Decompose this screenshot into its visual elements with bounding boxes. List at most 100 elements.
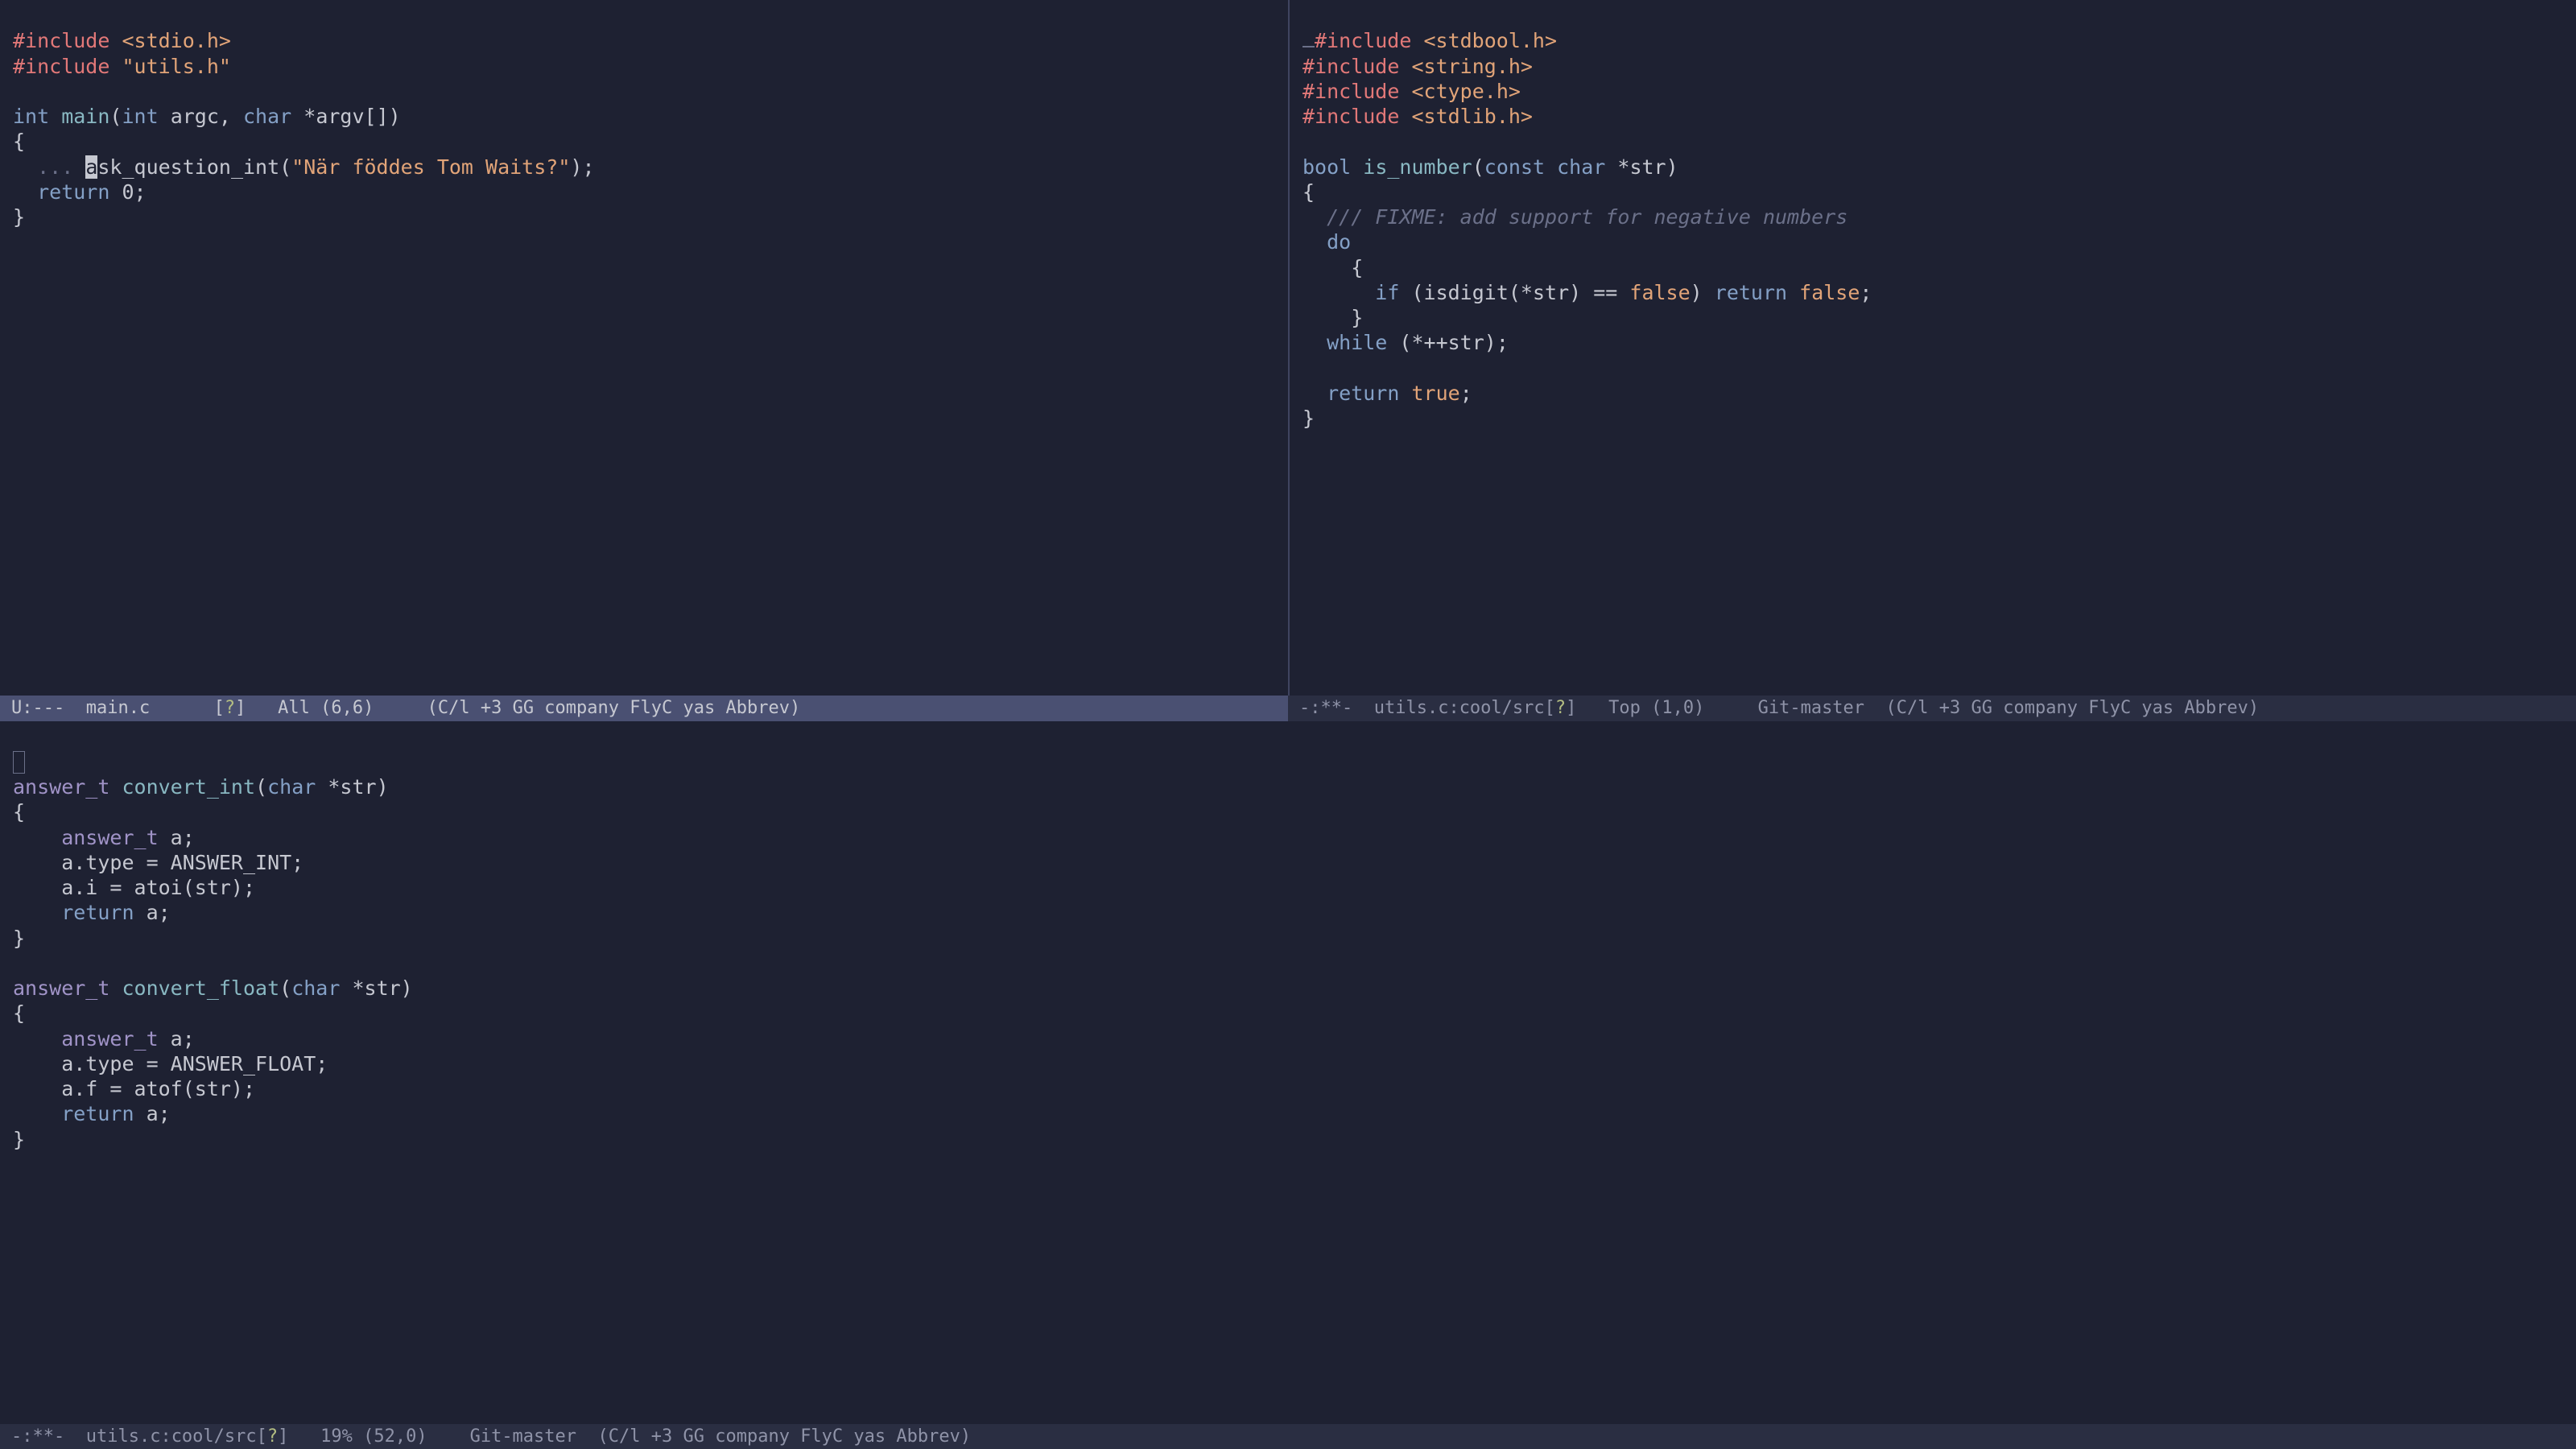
window-main-c[interactable]: #include <stdio.h> #include "utils.h" in… [0, 0, 1288, 696]
code-token: main [49, 105, 109, 128]
inactive-cursor [13, 751, 25, 774]
code-token: ( [109, 105, 122, 128]
code-token: answer_t [13, 976, 109, 1000]
code-token: return [13, 180, 109, 204]
code-token: #include [1315, 29, 1423, 52]
modeline-row-top: U:--- main.c [?] All (6,6) (C/l +3 GG co… [0, 696, 2576, 721]
code-token: return [13, 901, 134, 924]
code-token: (*++str); [1387, 331, 1509, 354]
code-token: char [243, 105, 291, 128]
modeline-text [1704, 698, 1757, 718]
code-token: char [1557, 155, 1605, 179]
modeline-text: [ [150, 698, 225, 718]
code-token: do [1302, 230, 1351, 254]
code-token: char [291, 976, 340, 1000]
code-token: <string.h> [1411, 55, 1533, 78]
code-token: *str) [340, 976, 412, 1000]
code-token: int [13, 105, 49, 128]
code-token: } [13, 927, 25, 950]
modeline-main-c[interactable]: U:--- main.c [?] All (6,6) (C/l +3 GG co… [0, 696, 1288, 721]
modeline-modes: (C/l +3 GG company FlyC yas Abbrev) [598, 1426, 972, 1447]
code-token: <stdlib.h> [1411, 105, 1533, 128]
code-token: ); [570, 155, 594, 179]
flymake-indicator: ? [225, 698, 235, 718]
modeline-buffer-name: utils.c:cool/src [1363, 698, 1544, 718]
inactive-cursor [1302, 46, 1315, 47]
code-token: "När föddes Tom Waits?" [291, 155, 570, 179]
code-token: while [1302, 331, 1387, 354]
modeline-buffer-name: utils.c:cool/src [75, 1426, 256, 1447]
modeline-utils-c-bottom[interactable]: -:**- utils.c:cool/src[?] 19% (52,0) Git… [0, 1424, 2576, 1449]
code-token: "utils.h" [122, 55, 230, 78]
code-token: a.f = atof(str); [13, 1077, 255, 1100]
code-token [1787, 281, 1799, 304]
modeline-position: 19% (52,0) [320, 1426, 427, 1447]
flymake-indicator: ? [267, 1426, 278, 1447]
code-token: return [1302, 382, 1399, 405]
code-token: a; [134, 901, 171, 924]
code-token [1545, 155, 1557, 179]
code-token: a.i = atoi(str); [13, 876, 255, 899]
code-token: <ctype.h> [1411, 80, 1520, 103]
modeline-text: ] [1566, 698, 1608, 718]
modeline-utils-c-top[interactable]: -:**- utils.c:cool/src[?] Top (1,0) Git-… [1288, 696, 2576, 721]
code-token: #include [1302, 80, 1411, 103]
code-token: } [1302, 306, 1363, 329]
code-token: <stdbool.h> [1423, 29, 1557, 52]
flymake-indicator: ? [1555, 698, 1566, 718]
code-token: *str) [316, 775, 388, 799]
modeline-position: Top (1,0) [1608, 698, 1704, 718]
modeline-modes: (C/l +3 GG company FlyC yas Abbrev) [1886, 698, 2260, 718]
fold-ellipsis: ... [13, 155, 85, 179]
code-token: bool [1302, 155, 1351, 179]
code-token: } [13, 1128, 25, 1151]
code-token: } [13, 205, 25, 229]
code-token: (isdigit(*str) == [1399, 281, 1629, 304]
modeline-text: ] [235, 698, 278, 718]
code-token: a; [159, 826, 195, 849]
code-token: ) [1690, 281, 1715, 304]
code-token: #include [1302, 55, 1411, 78]
code-token: #include [13, 55, 122, 78]
modeline-position: All (6,6) [278, 698, 374, 718]
modeline-vc: Git-master [1758, 698, 1864, 718]
code-token: 0; [109, 180, 146, 204]
code-token: ( [279, 976, 291, 1000]
code-token: *str) [1605, 155, 1678, 179]
modeline-text: [ [257, 1426, 267, 1447]
modeline-buffer-name: main.c [75, 698, 150, 718]
modeline-text: ] [278, 1426, 320, 1447]
code-token: return [13, 1102, 134, 1125]
window-utils-c-bottom[interactable]: answer_t convert_int(char *str) { answer… [0, 721, 2576, 1424]
code-token: char [267, 775, 316, 799]
code-token: int [122, 105, 158, 128]
code-token: ( [1472, 155, 1484, 179]
modeline-text [427, 1426, 470, 1447]
modeline-text [576, 1426, 598, 1447]
code-token: #include [1302, 105, 1411, 128]
code-token: { [13, 130, 25, 153]
code-token: { [1302, 256, 1363, 279]
modeline-flags: -:**- [11, 1426, 75, 1447]
code-token: ( [255, 775, 267, 799]
code-token: a.type = ANSWER_FLOAT; [13, 1052, 328, 1075]
code-token: convert_int [109, 775, 255, 799]
code-token: ; [1860, 281, 1872, 304]
modeline-modes: (C/l +3 GG company FlyC yas Abbrev) [427, 698, 801, 718]
code-token: { [13, 800, 25, 824]
code-token: <stdio.h> [122, 29, 230, 52]
code-token: is_number [1351, 155, 1472, 179]
modeline-vc: Git-master [470, 1426, 576, 1447]
code-token: false [1799, 281, 1860, 304]
modeline-text [1864, 698, 1886, 718]
code-token: answer_t [13, 775, 109, 799]
code-token: convert_float [109, 976, 279, 1000]
code-token: false [1629, 281, 1690, 304]
code-token: return [1715, 281, 1787, 304]
code-token: answer_t [13, 826, 159, 849]
window-utils-c-top[interactable]: #include <stdbool.h> #include <string.h>… [1288, 0, 2576, 696]
modeline-text: [ [1545, 698, 1555, 718]
modeline-text [374, 698, 427, 718]
code-token: { [1302, 180, 1315, 204]
code-token: #include [13, 29, 122, 52]
